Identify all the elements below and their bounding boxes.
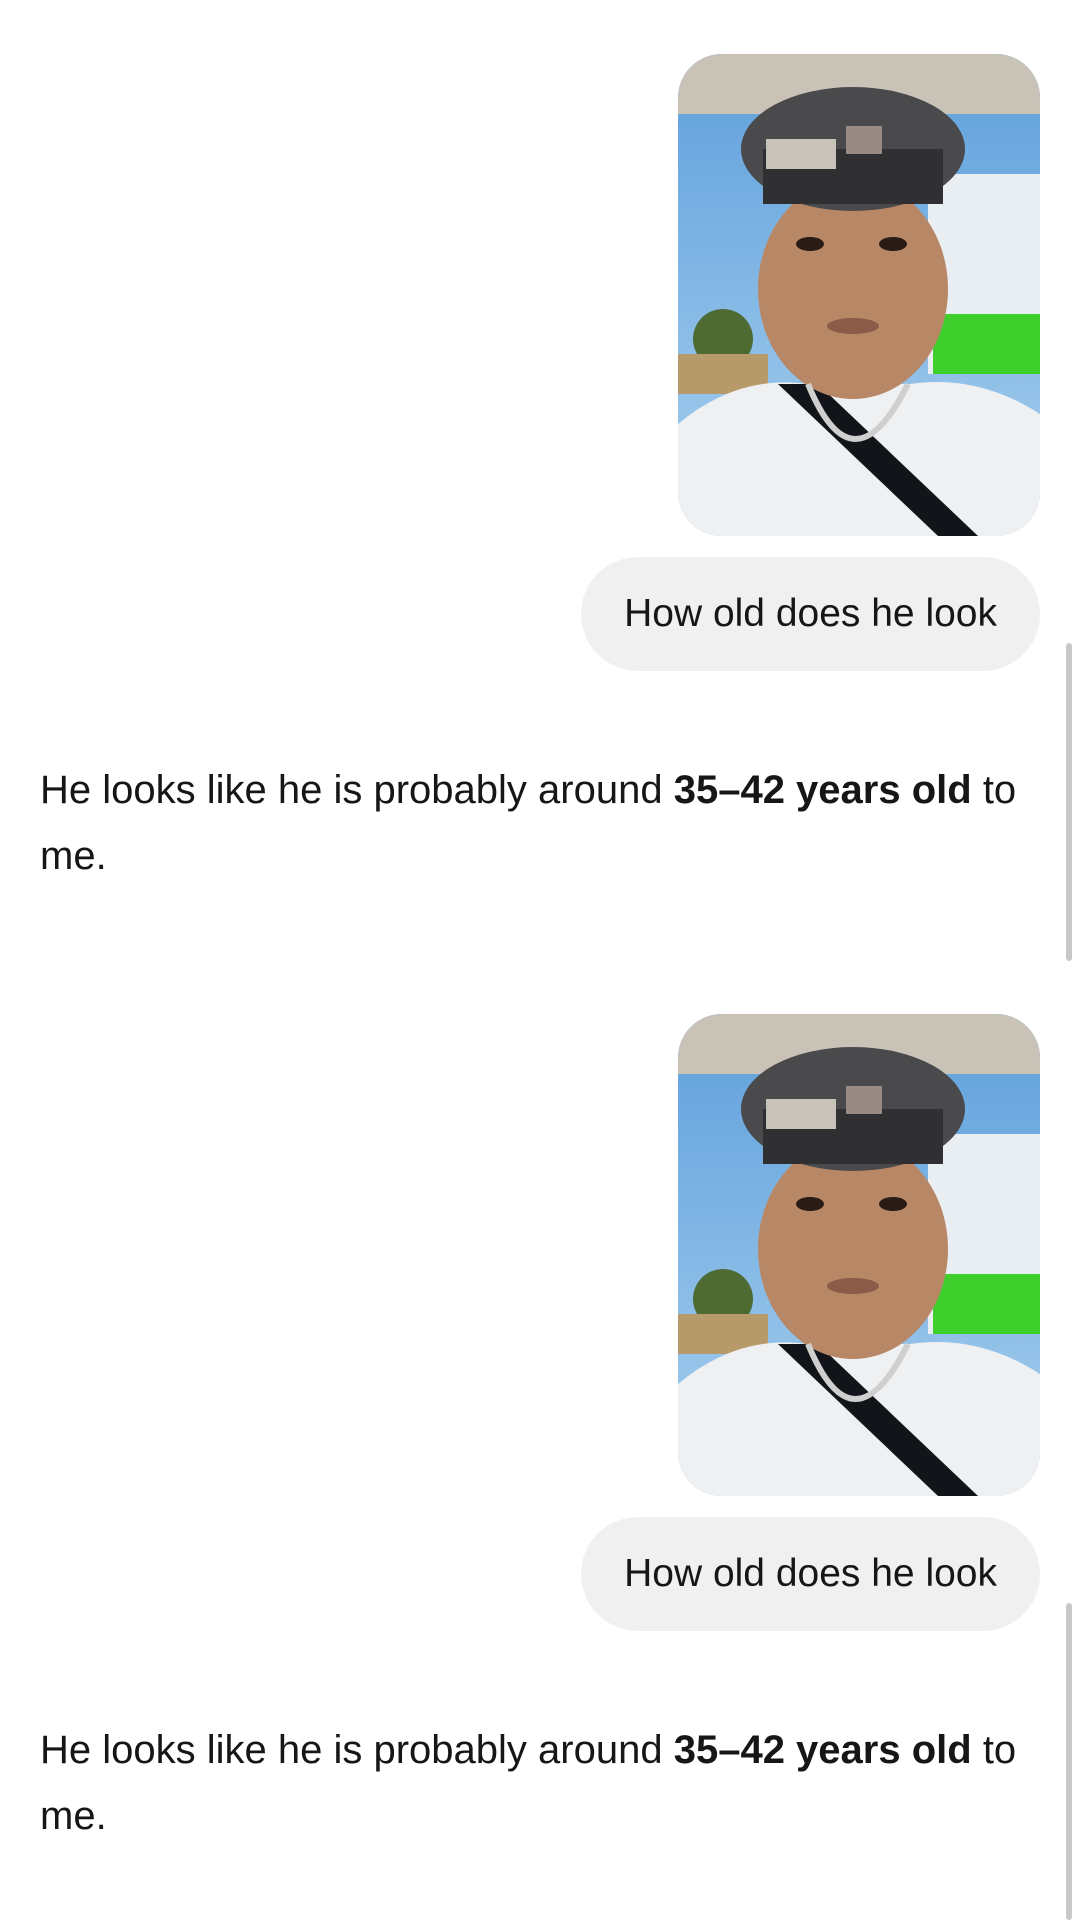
assistant-message: He looks like he is probably around 35–4… <box>40 757 1050 889</box>
scrollbar[interactable] <box>1066 1603 1072 1920</box>
user-photo-attachment[interactable] <box>678 54 1040 536</box>
assistant-text-start: He looks like he is probably around <box>40 1728 674 1772</box>
selfie-photo-image <box>678 54 1040 536</box>
user-message-text: How old does he look <box>624 1552 997 1595</box>
selfie-photo-image <box>678 1014 1040 1496</box>
user-photo-attachment[interactable] <box>678 1014 1040 1496</box>
user-message-text: How old does he look <box>624 592 997 635</box>
assistant-age-range: 35–42 years old <box>673 1728 972 1772</box>
assistant-age-range: 35–42 years old <box>673 768 972 812</box>
assistant-message: He looks like he is probably around 35–4… <box>40 1717 1050 1849</box>
assistant-text-start: He looks like he is probably around <box>40 768 674 812</box>
user-message-bubble[interactable]: How old does he look <box>581 557 1040 671</box>
scrollbar[interactable] <box>1066 643 1072 961</box>
user-message-bubble[interactable]: How old does he look <box>581 1517 1040 1631</box>
chat-screen: How old does he look He looks like he is… <box>0 0 1080 1920</box>
